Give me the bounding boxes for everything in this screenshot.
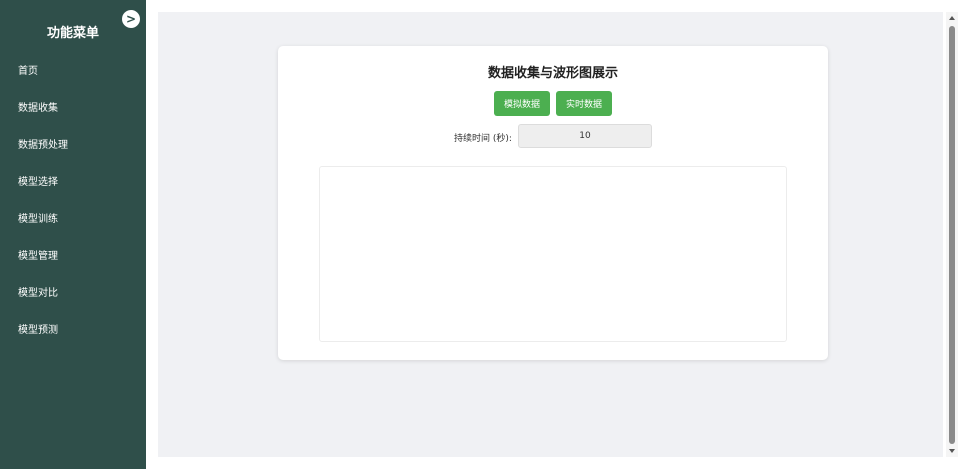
sidebar-item-model-management[interactable]: 模型管理 bbox=[0, 236, 146, 273]
vertical-scrollbar[interactable] bbox=[946, 12, 958, 457]
duration-input[interactable] bbox=[518, 124, 652, 148]
sidebar-item-model-training[interactable]: 模型训练 bbox=[0, 199, 146, 236]
waveform-chart-area bbox=[319, 166, 787, 342]
sidebar-item-data-collection[interactable]: 数据收集 bbox=[0, 88, 146, 125]
page-title: 数据收集与波形图展示 bbox=[487, 66, 618, 81]
sidebar-item-model-comparison[interactable]: 模型对比 bbox=[0, 273, 146, 310]
simulate-data-button[interactable]: 模拟数据 bbox=[494, 91, 550, 116]
main-content: 数据收集与波形图展示 模拟数据 实时数据 持续时间 (秒): bbox=[158, 12, 943, 457]
scrollbar-thumb[interactable] bbox=[949, 26, 955, 444]
sidebar-menu: 首页 数据收集 数据预处理 模型选择 模型训练 模型管理 模型对比 模型预测 bbox=[0, 51, 146, 347]
realtime-data-button[interactable]: 实时数据 bbox=[556, 91, 612, 116]
sidebar-item-model-selection[interactable]: 模型选择 bbox=[0, 162, 146, 199]
scroll-up-arrow-icon[interactable] bbox=[949, 16, 955, 20]
sidebar-item-model-prediction[interactable]: 模型预测 bbox=[0, 310, 146, 347]
sidebar-toggle-button[interactable]: > bbox=[122, 10, 140, 28]
app-window: 功能菜单 > 首页 数据收集 数据预处理 模型选择 模型训练 模型管理 模型对比… bbox=[0, 0, 969, 469]
sidebar-item-home[interactable]: 首页 bbox=[0, 51, 146, 88]
sidebar: 功能菜单 > 首页 数据收集 数据预处理 模型选择 模型训练 模型管理 模型对比… bbox=[0, 0, 146, 469]
duration-label: 持续时间 (秒): bbox=[454, 134, 512, 144]
scroll-down-arrow-icon[interactable] bbox=[949, 449, 955, 453]
sidebar-item-data-preprocessing[interactable]: 数据预处理 bbox=[0, 125, 146, 162]
data-collection-card: 数据收集与波形图展示 模拟数据 实时数据 持续时间 (秒): bbox=[278, 46, 828, 360]
